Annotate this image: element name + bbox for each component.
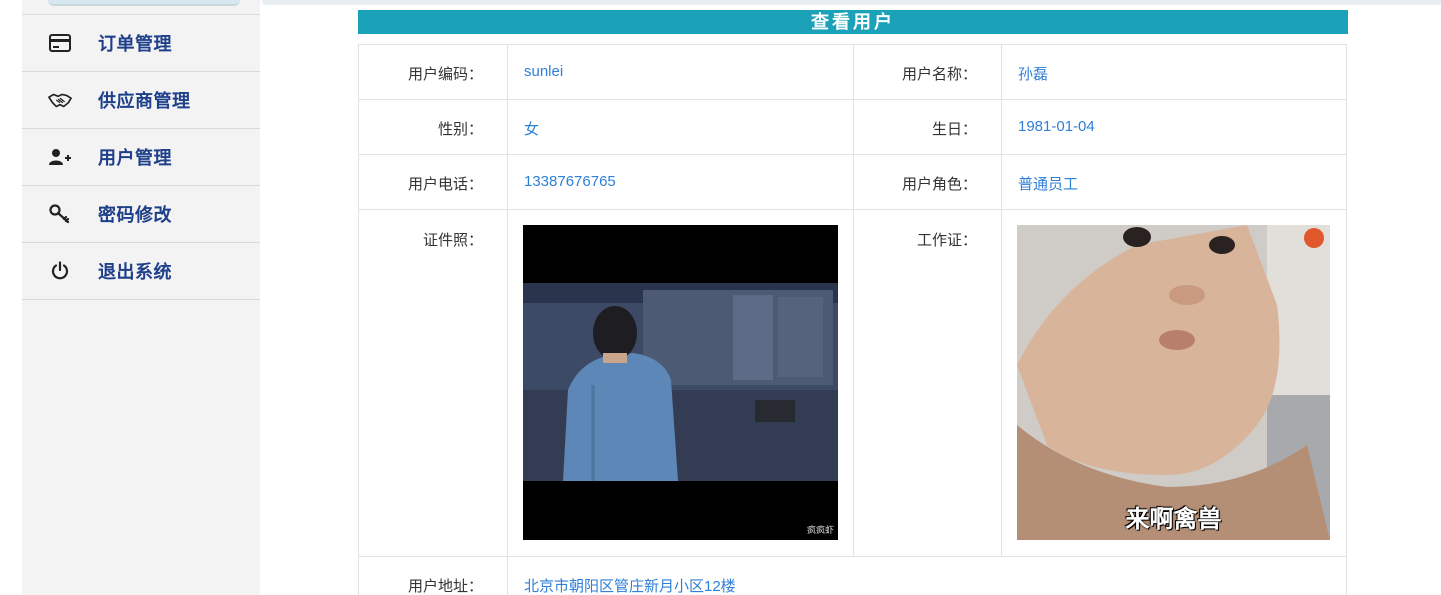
gender-label: 性别： bbox=[437, 121, 483, 138]
id-photo-label: 证件照： bbox=[422, 232, 483, 249]
table-row: 用户地址： 北京市朝阳区管庄新月小区12楼 bbox=[359, 557, 1346, 595]
sidebar: 订单管理 供应商管理 用户管理 密码修改 退出系统 bbox=[22, 0, 260, 595]
user-add-icon bbox=[48, 147, 72, 167]
top-strip bbox=[262, 0, 1441, 5]
table-row: 用户编码： sunlei 用户名称： 孙磊 bbox=[359, 45, 1346, 100]
gender-value: 女 bbox=[524, 121, 540, 138]
sidebar-item-label: 退出系统 bbox=[98, 262, 172, 282]
user-code-value: sunlei bbox=[524, 63, 564, 80]
sidebar-item-label: 供应商管理 bbox=[98, 91, 191, 111]
birthday-value: 1981-01-04 bbox=[1018, 118, 1095, 135]
power-icon bbox=[48, 261, 72, 281]
address-value: 北京市朝阳区管庄新月小区12楼 bbox=[524, 578, 736, 595]
role-label: 用户角色： bbox=[901, 176, 977, 193]
user-detail-table: 用户编码： sunlei 用户名称： 孙磊 性别： 女 生日： 1981-01-… bbox=[358, 44, 1347, 595]
phone-label: 用户电话： bbox=[407, 176, 483, 193]
sidebar-item-users[interactable]: 用户管理 bbox=[22, 129, 260, 186]
sidebar-item-logout[interactable]: 退出系统 bbox=[22, 243, 260, 300]
user-name-value: 孙磊 bbox=[1018, 66, 1049, 83]
sidebar-item-label: 用户管理 bbox=[98, 148, 172, 168]
sidebar-item-label: 密码修改 bbox=[98, 205, 172, 225]
role-value: 普通员工 bbox=[1018, 176, 1079, 193]
watermark-text: 疯疯虾 bbox=[806, 525, 834, 535]
birthday-label: 生日： bbox=[931, 121, 977, 138]
user-name-label: 用户名称： bbox=[901, 66, 977, 83]
address-label: 用户地址： bbox=[407, 578, 483, 595]
credit-card-icon bbox=[48, 33, 72, 53]
page: 订单管理 供应商管理 用户管理 密码修改 退出系统 查看用户 用户编码： sun… bbox=[0, 0, 1441, 595]
page-title: 查看用户 bbox=[358, 10, 1348, 34]
sidebar-item-orders[interactable]: 订单管理 bbox=[22, 15, 260, 72]
key-icon bbox=[48, 204, 72, 224]
sidebar-item-password[interactable]: 密码修改 bbox=[22, 186, 260, 243]
sidebar-top-item[interactable] bbox=[48, 0, 240, 6]
id-photo-image: 疯疯虾 bbox=[523, 225, 838, 540]
work-card-image: 来啊禽兽 bbox=[1017, 225, 1330, 540]
work-card-label: 工作证： bbox=[916, 232, 977, 249]
table-row: 用户电话： 13387676765 用户角色： 普通员工 bbox=[359, 155, 1346, 210]
phone-value: 13387676765 bbox=[524, 173, 616, 190]
sidebar-item-label: 订单管理 bbox=[98, 34, 172, 54]
table-row: 证件照： 疯疯虾 工作证： 来啊禽兽 bbox=[359, 210, 1346, 557]
user-code-label: 用户编码： bbox=[407, 66, 483, 83]
sidebar-item-suppliers[interactable]: 供应商管理 bbox=[22, 72, 260, 129]
table-row: 性别： 女 生日： 1981-01-04 bbox=[359, 100, 1346, 155]
image-caption-text: 来啊禽兽 bbox=[1125, 506, 1222, 533]
handshake-icon bbox=[48, 90, 72, 110]
